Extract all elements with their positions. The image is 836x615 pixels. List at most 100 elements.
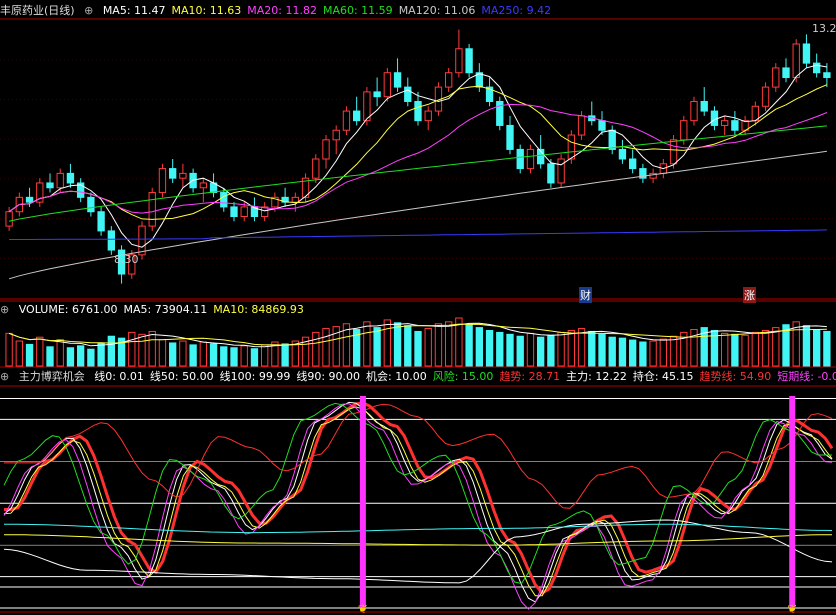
volume-bar	[618, 337, 627, 367]
candle-body	[455, 48, 463, 74]
oscillator-value-9: 趋势线: 54.90	[699, 370, 772, 383]
candle-body	[312, 158, 320, 179]
volume-bar	[220, 346, 228, 367]
signal-bar	[789, 396, 796, 608]
holding-line	[3, 406, 833, 597]
volume-bar	[5, 332, 13, 367]
volume-bar	[230, 347, 238, 367]
candle-body	[710, 110, 719, 126]
volume-bar	[802, 325, 811, 367]
volume-bar	[649, 340, 657, 367]
volume-bar	[465, 324, 473, 367]
candle-body	[25, 196, 34, 203]
volume-bar	[148, 330, 156, 367]
volume-bar	[138, 333, 146, 367]
volume-bar	[76, 345, 85, 367]
volume-bar	[312, 331, 320, 367]
volume-bar	[373, 327, 381, 367]
oscillator-value-7: 主力: 12.22	[566, 370, 627, 383]
volume-bar	[812, 329, 821, 367]
volume-bar	[772, 327, 780, 367]
price-panel	[0, 29, 836, 284]
signal-bar	[359, 396, 366, 608]
volume-bar	[15, 340, 24, 367]
volume-bar	[66, 347, 75, 367]
oscillator-value-2: 线100: 99.99	[219, 370, 291, 383]
volume-bar	[444, 321, 453, 367]
collapse-icon[interactable]: ⊕	[0, 370, 9, 383]
candle-body	[97, 211, 105, 232]
cyan-trend-line	[4, 523, 833, 534]
candle-body	[66, 172, 75, 184]
volume-bar	[383, 319, 392, 367]
butterfly-icon: ❦	[787, 602, 797, 615]
ma-indicator-0: MA5: 11.47	[102, 4, 166, 17]
candle-body	[414, 100, 422, 122]
volume-bar	[628, 339, 637, 367]
volume-bar	[659, 338, 668, 367]
volume-indicator-1: MA5: 73904.11	[123, 303, 208, 316]
low-price-label: 8.30	[114, 253, 139, 266]
ma-indicator-5: MA250: 9.42	[481, 4, 552, 17]
ma-indicator-2: MA20: 11.82	[247, 4, 317, 17]
candle-body	[700, 100, 708, 112]
candle-body	[618, 148, 627, 160]
butterfly-icon: ❦	[358, 602, 368, 615]
candle-body	[516, 148, 524, 170]
volume-panel	[5, 317, 831, 367]
volume-indicator-2: MA10: 84869.93	[213, 303, 304, 316]
candle-body	[812, 62, 821, 74]
volume-bar	[751, 331, 760, 367]
candle-body	[720, 120, 729, 126]
candle-body	[56, 172, 64, 189]
volume-bar	[761, 329, 770, 367]
volume-bar	[526, 332, 535, 367]
volume-bar	[823, 330, 831, 367]
volume-bar	[189, 344, 197, 367]
candle-body	[46, 182, 54, 189]
oscillator-value-1: 线50: 50.00	[149, 370, 214, 383]
volume-bar	[588, 330, 596, 367]
candle-body	[680, 120, 688, 141]
candle-body	[547, 163, 555, 184]
candle-body	[404, 86, 412, 102]
candle-body	[220, 192, 228, 208]
candle-body	[138, 225, 146, 256]
candle-body	[444, 72, 453, 88]
candle-body	[577, 115, 586, 136]
volume-bar	[434, 323, 443, 367]
candle-body	[567, 134, 576, 160]
candle-body	[690, 100, 698, 122]
volume-indicators: VOLUME: 6761.00 MA5: 73904.11 MA10: 84869.…	[19, 303, 310, 316]
candle-body	[598, 120, 606, 131]
volume-bar	[547, 334, 555, 367]
volume-bar	[107, 335, 116, 367]
oscillator-header: ⊕ 主力博弈机会 线0: 0.01 线50: 50.00 线100: 99.99 线9…	[0, 368, 836, 386]
volume-bar	[720, 332, 729, 367]
volume-bar	[506, 333, 514, 367]
event-marker-finance[interactable]: 财	[579, 287, 592, 303]
candle-body	[782, 67, 790, 79]
candle-body	[393, 72, 402, 88]
candle-body	[383, 72, 392, 98]
collapse-icon[interactable]: ⊕	[84, 4, 93, 17]
candle-body	[669, 139, 678, 165]
volume-bar	[199, 341, 208, 367]
volume-bar	[516, 335, 524, 367]
volume-bar	[567, 329, 576, 367]
candle-body	[230, 206, 238, 218]
volume-bar	[322, 328, 330, 367]
volume-bar	[741, 334, 749, 367]
volume-bar	[577, 328, 586, 367]
volume-bar	[536, 336, 545, 367]
volume-bar	[260, 344, 269, 367]
candle-body	[424, 110, 432, 122]
volume-bar	[240, 345, 248, 367]
candle-body	[107, 230, 116, 251]
oscillator-value-3: 线90: 90.00	[296, 370, 361, 383]
oscillator-title: 主力博弈机会	[18, 370, 85, 383]
event-marker-limit-up[interactable]: 涨	[743, 287, 756, 303]
collapse-icon[interactable]: ⊕	[0, 303, 9, 316]
candle-body	[557, 158, 565, 184]
candle-body	[87, 196, 95, 213]
